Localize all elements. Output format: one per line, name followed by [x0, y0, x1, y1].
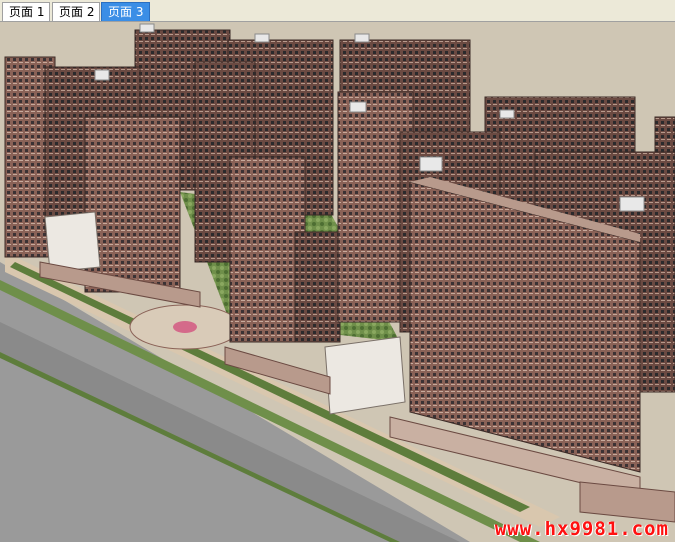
- 3d-model-viewport[interactable]: www.hx9981.com: [0, 22, 675, 542]
- building-model-render: [0, 22, 675, 542]
- page-tab-bar: 页面 1 页面 2 页面 3: [0, 0, 675, 22]
- entrance-building-right: [324, 336, 406, 415]
- tab-page-3[interactable]: 页面 3: [101, 2, 150, 21]
- entrance-building-left: [44, 211, 101, 273]
- watermark: www.hx9981.com: [494, 518, 669, 540]
- tab-page-1[interactable]: 页面 1: [2, 2, 50, 21]
- tab-page-2[interactable]: 页面 2: [52, 2, 100, 21]
